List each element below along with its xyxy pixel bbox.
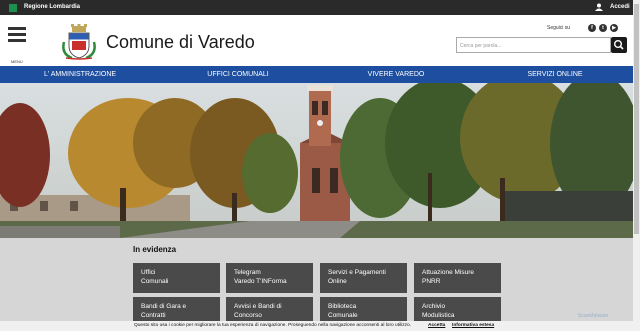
hero-image [0, 83, 633, 238]
search-icon [614, 40, 624, 50]
tile-line: Servizi e Pagamenti [328, 269, 386, 276]
tile-line: Varedo T'INForma [234, 278, 287, 285]
top-bar: Regione Lombardia Accedi [0, 0, 633, 15]
menu-icon[interactable] [8, 27, 26, 45]
tile-uffici-comunali[interactable]: Uffici Comunali [133, 263, 220, 293]
tile-line: Contratti [141, 312, 166, 319]
tile-line: Comunale [328, 312, 358, 319]
search-input[interactable]: Cerca per parola... [456, 37, 611, 53]
cookie-accept-link[interactable]: Accetta [428, 323, 445, 328]
social-label: Seguici su [547, 25, 571, 31]
cookie-bar: Questo sito usa i cookie per migliorare … [0, 321, 633, 331]
nav-item-amministrazione[interactable]: L' AMMINISTRAZIONE [1, 66, 159, 83]
login-link[interactable]: Accedi [610, 4, 630, 10]
tile-line: Concorso [234, 312, 262, 319]
site-header: MENU Comune di Varedo Seguici su f t ▶ C… [0, 15, 633, 66]
main-nav: L' AMMINISTRAZIONE UFFICI COMUNALI VIVER… [0, 66, 633, 83]
tile-line: Attuazione Misure [422, 269, 475, 276]
site-title[interactable]: Comune di Varedo [106, 32, 255, 53]
tile-line: Modulistica [422, 312, 455, 319]
menu-label[interactable]: MENU [11, 59, 23, 64]
cookie-text: Questo sito usa i cookie per migliorare … [134, 323, 412, 328]
nav-item-vivere-varedo[interactable]: VIVERE VAREDO [317, 66, 475, 83]
twitter-icon[interactable]: t [599, 24, 607, 32]
regione-lombardia-logo-icon [9, 4, 17, 12]
tile-telegram[interactable]: Telegram Varedo T'INForma [226, 263, 313, 293]
youtube-icon[interactable]: ▶ [610, 24, 618, 32]
tile-line: Biblioteca [328, 303, 357, 310]
search-button[interactable] [611, 37, 627, 53]
page-scrollbar[interactable] [633, 0, 640, 331]
tile-line: PNRR [422, 278, 441, 285]
coat-of-arms-logo[interactable] [60, 24, 98, 60]
nav-item-servizi-online[interactable]: SERVIZI ONLINE [476, 66, 634, 83]
tile-line: Telegram [234, 269, 261, 276]
tile-line: Uffici [141, 269, 156, 276]
nav-item-uffici-comunali[interactable]: UFFICI COMUNALI [159, 66, 317, 83]
tile-line: Avvisi e Bandi di [234, 303, 282, 310]
regione-lombardia-link[interactable]: Regione Lombardia [24, 4, 80, 10]
tile-pnrr[interactable]: Attuazione Misure PNRR [414, 263, 501, 293]
tile-line: Online [328, 278, 347, 285]
user-icon[interactable] [595, 3, 603, 13]
in-evidenza-title: In evidenza [133, 245, 177, 254]
scrollbar-thumb[interactable] [634, 4, 639, 234]
tile-line: Archivio [422, 303, 446, 310]
watermark: ScanMalware [578, 313, 609, 319]
facebook-icon[interactable]: f [588, 24, 596, 32]
cookie-info-link[interactable]: Informativa estesa [452, 323, 494, 328]
tile-line: Bandi di Gara e [141, 303, 187, 310]
tile-servizi-pagamenti[interactable]: Servizi e Pagamenti Online [320, 263, 407, 293]
tile-line: Comunali [141, 278, 169, 285]
